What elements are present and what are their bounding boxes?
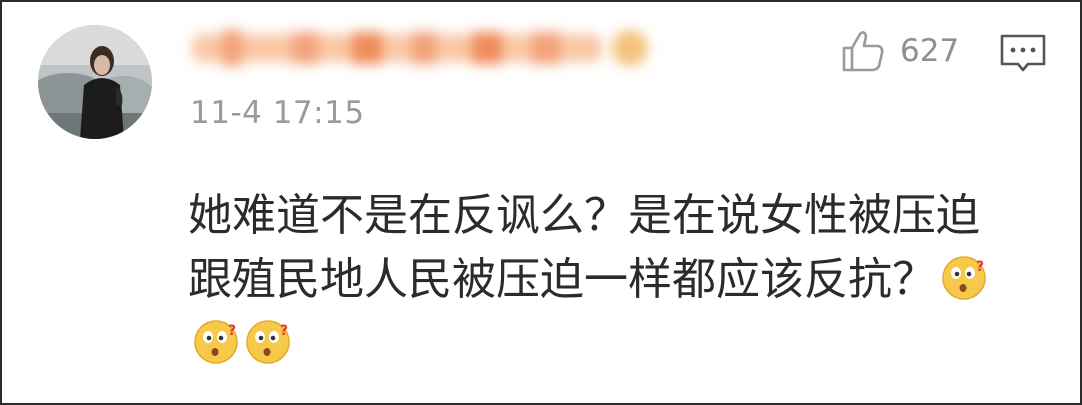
comment-timestamp: 11-4 17:15 <box>190 95 365 131</box>
comment-card: 11-4 17:15 627 她难道不是在反讽么？是在说女性被压迫跟殖民地人民被… <box>0 0 1082 405</box>
comment-text: 她难道不是在反讽么？是在说女性被压迫跟殖民地人民被压迫一样都应该反抗？ <box>188 190 980 305</box>
like-count: 627 <box>900 33 960 69</box>
svg-text:?: ? <box>228 323 236 339</box>
svg-text:?: ? <box>976 259 984 275</box>
username-redacted[interactable] <box>182 24 672 72</box>
comment-body: 她难道不是在反讽么？是在说女性被压迫跟殖民地人民被压迫一样都应该反抗？ ? ? … <box>188 184 1018 376</box>
confused-face-emoji: ? <box>246 320 290 364</box>
avatar-photo <box>38 25 152 139</box>
svg-text:?: ? <box>280 323 288 339</box>
like-button[interactable]: 627 <box>840 28 959 74</box>
avatar[interactable] <box>38 25 152 139</box>
thumbs-up-icon <box>842 31 884 72</box>
confused-face-emoji: ? <box>194 320 238 364</box>
confused-face-emoji: ? <box>942 256 986 300</box>
reply-button[interactable] <box>998 28 1048 78</box>
comment-bubble-icon <box>1000 34 1046 72</box>
